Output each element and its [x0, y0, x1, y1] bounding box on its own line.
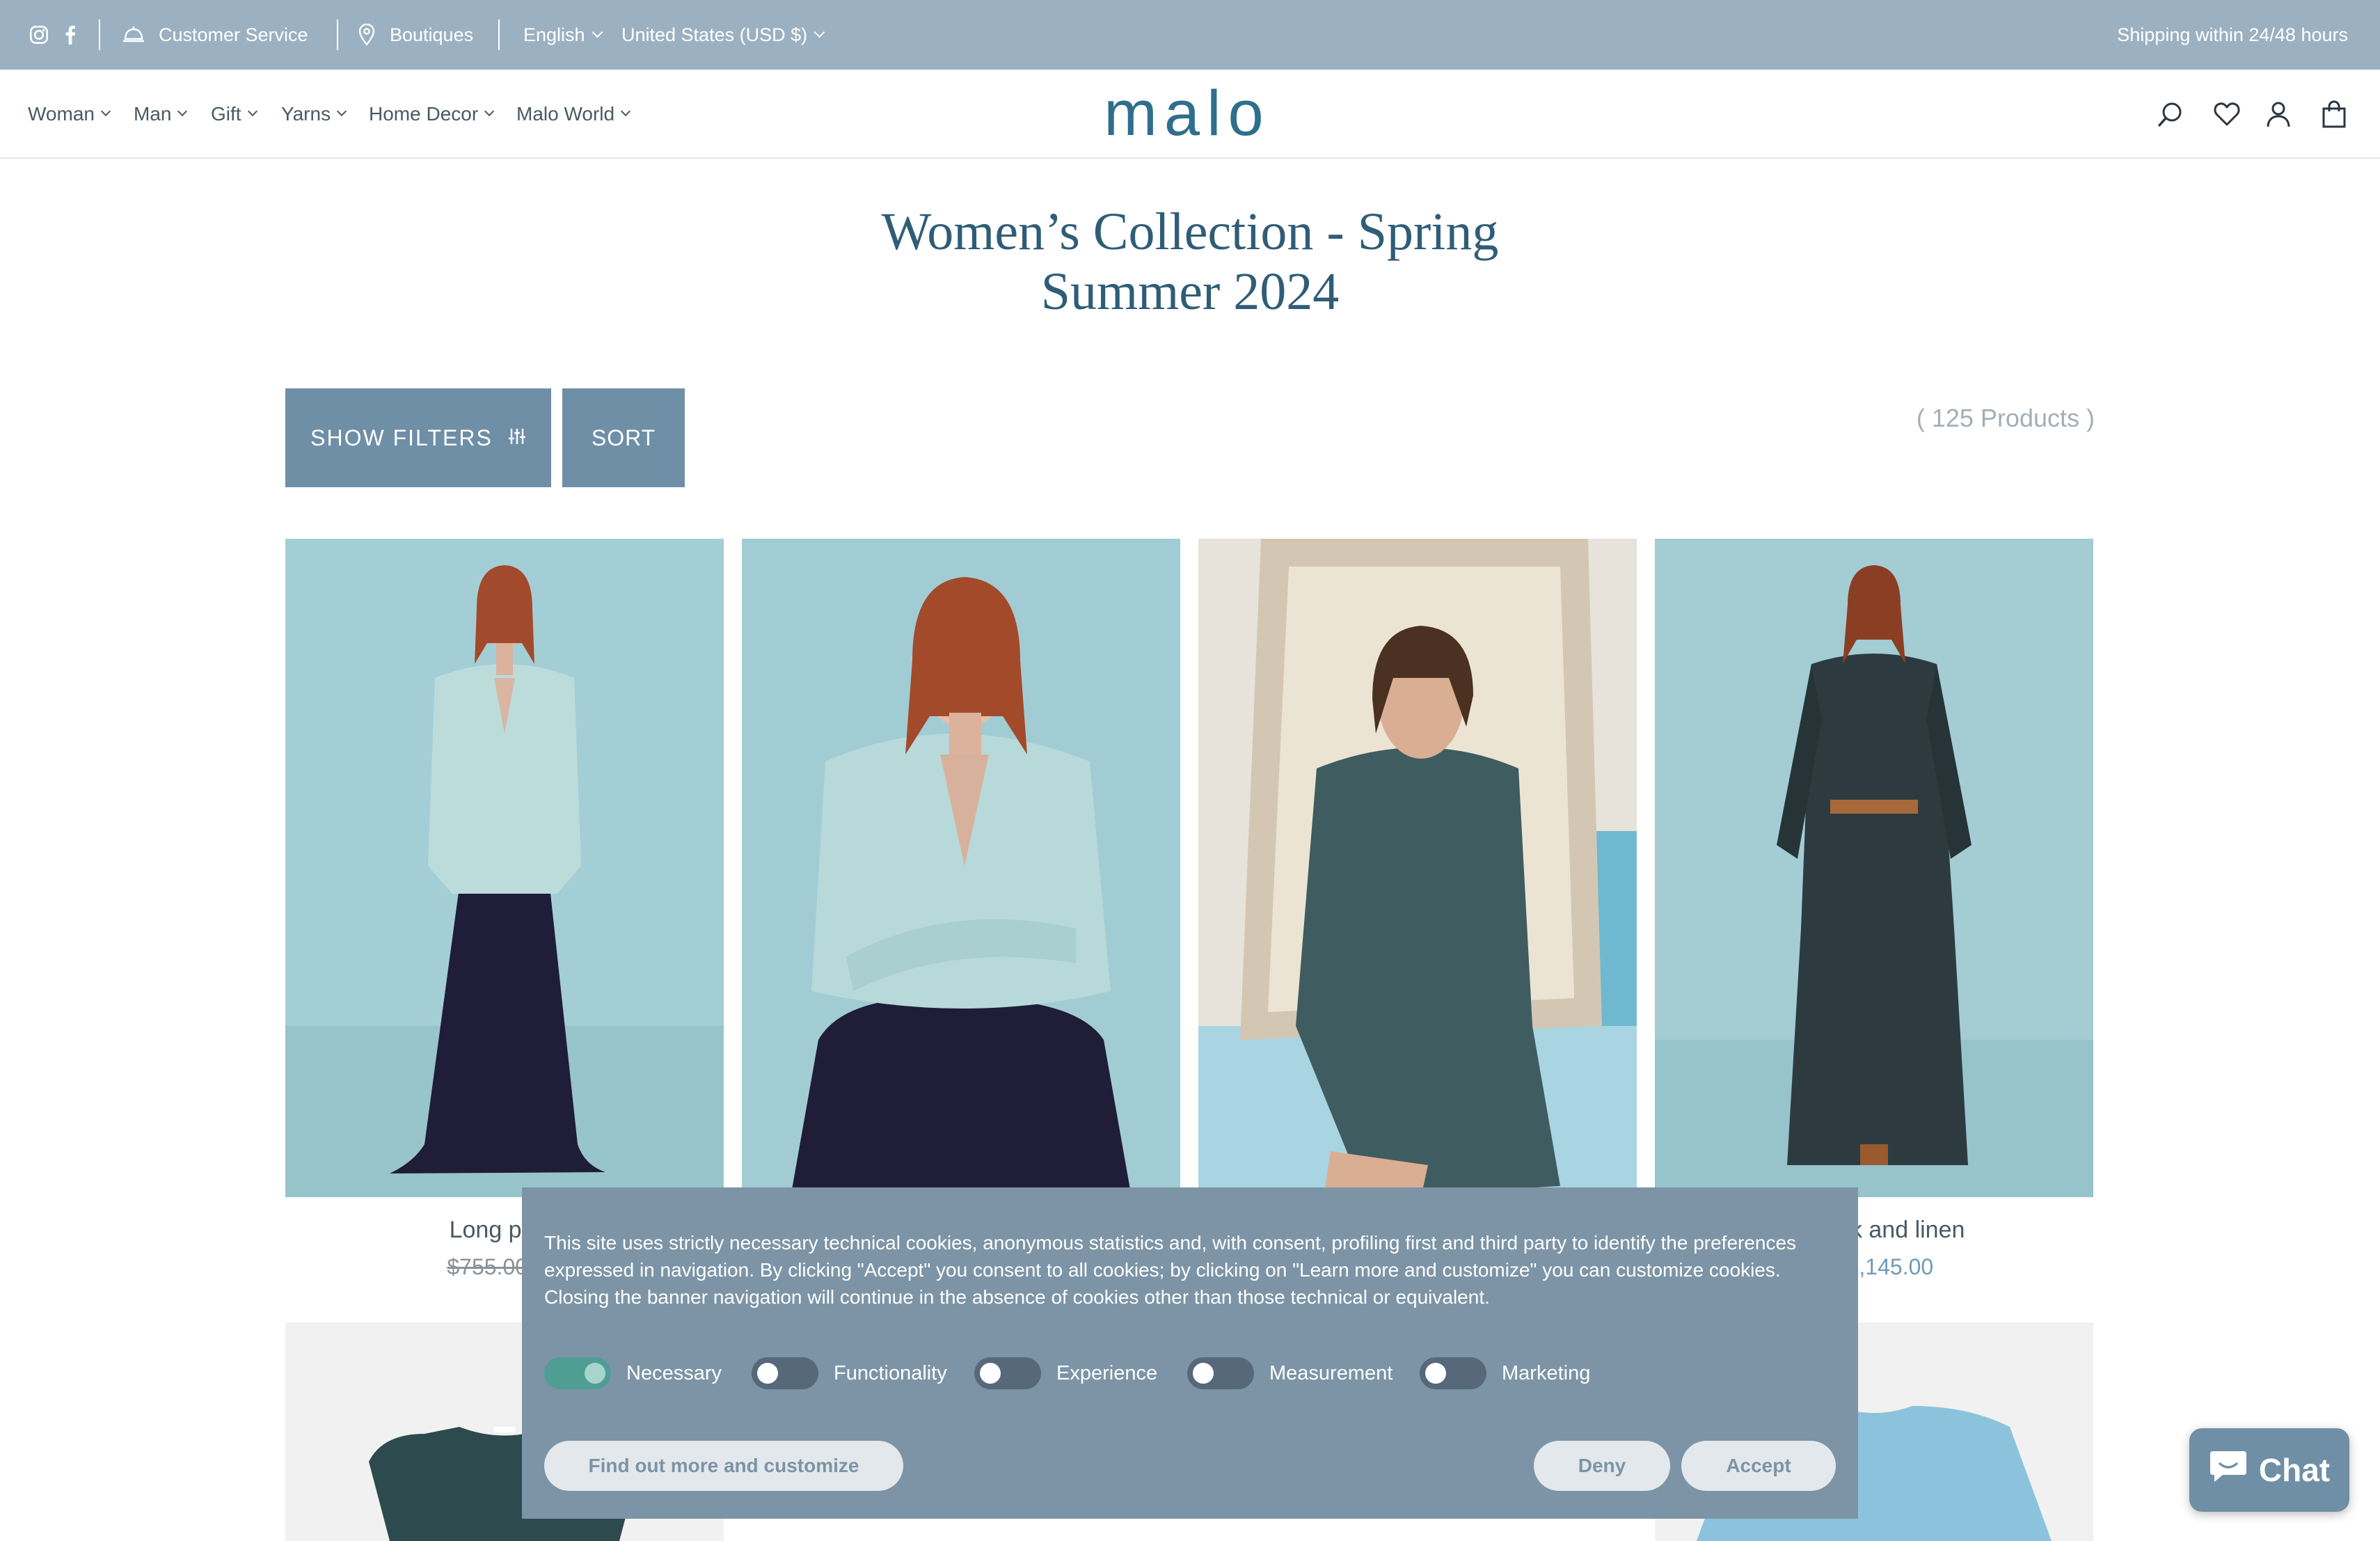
- nav-home-decor[interactable]: Home Decor: [369, 70, 495, 159]
- product-image[interactable]: [1198, 539, 1637, 1197]
- product-image[interactable]: [285, 539, 724, 1197]
- nav-label: Man: [134, 103, 172, 125]
- chevron-down-icon: [100, 106, 111, 117]
- main-header: Woman Man Gift Yarns Home Decor Malo Wor…: [0, 70, 2380, 159]
- search-icon[interactable]: [2154, 97, 2187, 131]
- show-filters-label: SHOW FILTERS: [310, 425, 493, 450]
- shipping-info: Shipping within 24/48 hours: [2117, 0, 2348, 70]
- currency-label: United States (USD $): [621, 24, 808, 45]
- nav-label: Woman: [28, 103, 95, 125]
- product-image[interactable]: [742, 539, 1180, 1197]
- chevron-down-icon: [177, 106, 188, 117]
- toggle-functionality[interactable]: Functionality: [752, 1356, 947, 1391]
- toggle-marketing[interactable]: Marketing: [1420, 1356, 1590, 1391]
- customer-service-label: Customer Service: [159, 24, 308, 45]
- toggle-switch[interactable]: [544, 1357, 611, 1389]
- toggle-switch[interactable]: [1420, 1357, 1486, 1389]
- language-selector[interactable]: English: [523, 0, 603, 70]
- product-image[interactable]: [1655, 539, 2093, 1197]
- chat-label: Chat: [2258, 1452, 2331, 1488]
- nav-woman[interactable]: Woman: [28, 70, 111, 159]
- facebook-icon[interactable]: [64, 0, 77, 70]
- chevron-down-icon: [814, 26, 825, 38]
- chevron-down-icon: [484, 106, 495, 117]
- show-filters-button[interactable]: SHOW FILTERS: [285, 388, 551, 487]
- cookie-banner: This site uses strictly necessary techni…: [522, 1187, 1858, 1519]
- toggle-label: Functionality: [834, 1361, 947, 1384]
- nav-malo-world[interactable]: Malo World: [516, 70, 631, 159]
- top-bar: Customer Service Boutiques English Unite…: [0, 0, 2380, 70]
- toggle-switch[interactable]: [1187, 1357, 1254, 1389]
- shipping-label: Shipping within 24/48 hours: [2117, 24, 2348, 45]
- nav-label: Yarns: [281, 103, 331, 125]
- product-count: ( 125 Products ): [1916, 404, 2095, 432]
- user-icon[interactable]: [2262, 97, 2295, 131]
- location-pin-icon: [358, 24, 376, 46]
- logo-text: malo: [1104, 88, 1270, 143]
- boutiques-link[interactable]: Boutiques: [358, 0, 473, 70]
- nav-label: Malo World: [516, 103, 615, 125]
- instagram-icon[interactable]: [29, 0, 49, 70]
- toggle-experience[interactable]: Experience: [974, 1356, 1157, 1391]
- bag-icon[interactable]: [2317, 97, 2351, 131]
- deny-button[interactable]: Deny: [1534, 1441, 1670, 1491]
- accept-button[interactable]: Accept: [1681, 1441, 1836, 1491]
- boutiques-label: Boutiques: [390, 24, 474, 45]
- nav-gift[interactable]: Gift: [211, 70, 257, 159]
- toggle-necessary[interactable]: Necessary: [544, 1356, 722, 1391]
- language-label: English: [523, 24, 585, 45]
- nav-yarns[interactable]: Yarns: [281, 70, 347, 159]
- toggle-label: Measurement: [1269, 1361, 1393, 1384]
- chevron-down-icon: [337, 106, 347, 117]
- filter-icon: [508, 425, 526, 451]
- heart-icon[interactable]: [2210, 97, 2244, 131]
- currency-selector[interactable]: United States (USD $): [621, 0, 825, 70]
- nav-man[interactable]: Man: [134, 70, 188, 159]
- chevron-down-icon: [247, 106, 257, 117]
- bell-icon: [122, 25, 145, 45]
- malo-logo[interactable]: malo: [1083, 78, 1292, 149]
- toggle-measurement[interactable]: Measurement: [1187, 1356, 1393, 1391]
- chevron-down-icon: [592, 26, 603, 38]
- chevron-down-icon: [621, 106, 631, 117]
- divider: [99, 19, 100, 50]
- toggle-switch[interactable]: [752, 1357, 818, 1389]
- nav-label: Home Decor: [369, 103, 479, 125]
- divider: [498, 19, 500, 50]
- customer-service-link[interactable]: Customer Service: [122, 0, 308, 70]
- chat-bubble-icon: [2209, 1448, 2248, 1492]
- page-title: Women’s Collection - Spring Summer 2024: [772, 202, 1608, 322]
- toggle-label: Necessary: [626, 1361, 722, 1384]
- title-line: Women’s Collection - Spring: [881, 203, 1499, 261]
- toggle-switch[interactable]: [974, 1357, 1041, 1389]
- nav-label: Gift: [211, 103, 241, 125]
- divider: [337, 19, 338, 50]
- sort-button[interactable]: SORT: [562, 388, 685, 487]
- title-line: Summer 2024: [1040, 262, 1340, 321]
- cookie-text: This site uses strictly necessary techni…: [544, 1232, 1797, 1308]
- chat-button[interactable]: Chat: [2189, 1428, 2349, 1512]
- customize-button[interactable]: Find out more and customize: [544, 1441, 903, 1491]
- sort-label: SORT: [591, 425, 656, 450]
- toggle-label: Experience: [1056, 1361, 1158, 1384]
- old-price: $755.00: [447, 1254, 528, 1279]
- toggle-label: Marketing: [1502, 1361, 1591, 1384]
